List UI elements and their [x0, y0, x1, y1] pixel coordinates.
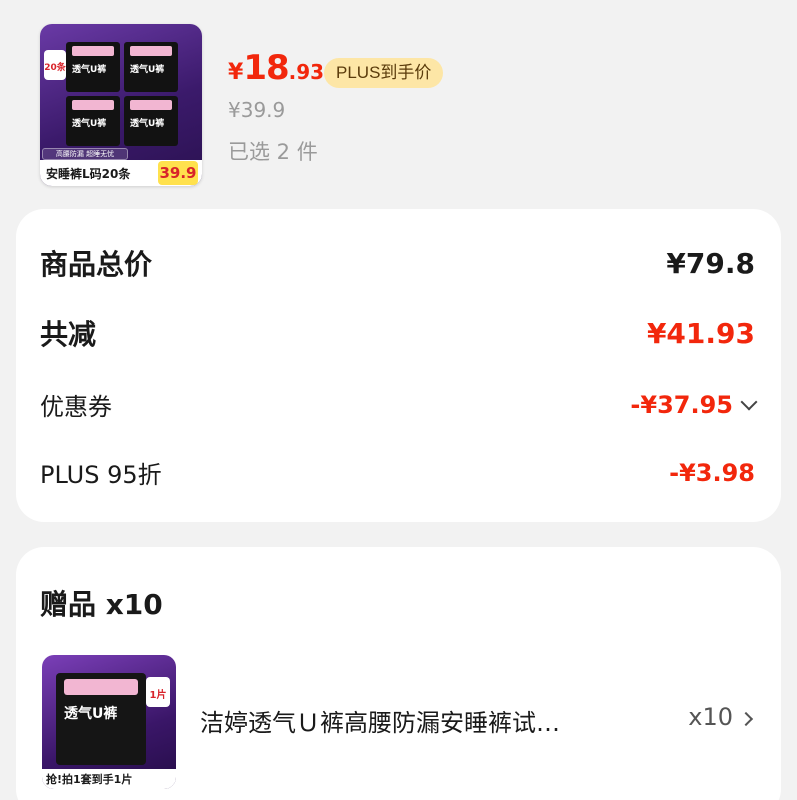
gift-item-name[interactable]: 洁婷透气Ｕ裤高腰防漏安睡裤试… [200, 703, 640, 738]
goods-total-value: ¥79.8 [666, 246, 755, 280]
thumb-strip-label: 安睡裤L码20条 [46, 167, 131, 181]
price-integer: 18 [243, 48, 289, 88]
gift-card: 赠品 x10 透气U裤 1片 抢!拍1套到手1片 洁婷透气Ｕ裤高腰防漏安睡裤试…… [16, 547, 781, 800]
price-breakdown-card: 商品总价 ¥79.8 共减 ¥41.93 优惠券 -¥37.95 PLUS 95… [16, 209, 781, 522]
chevron-right-icon[interactable] [738, 711, 754, 727]
price-currency: ¥ [228, 60, 244, 85]
product-thumbnail[interactable]: 透气U裤 透气U裤 透气U裤 透气U裤 20条 高腰防漏 超睡无忧 安睡裤L码2… [40, 24, 202, 186]
gift-title: 赠品 x10 [40, 588, 163, 621]
gift-thumb-strip: 抢!拍1套到手1片 [42, 769, 176, 789]
chevron-down-icon[interactable] [740, 393, 758, 410]
gift-quantity: x10 [688, 703, 733, 731]
plus-discount-value: -¥3.98 [669, 458, 755, 487]
pack-image: 透气U裤 [66, 96, 120, 146]
gift-pack-image: 透气U裤 [56, 673, 146, 765]
product-packs-illustration: 透气U裤 透气U裤 透气U裤 透气U裤 [66, 42, 178, 146]
total-reduction-value: ¥41.93 [646, 316, 755, 350]
total-reduction-label: 共减 [40, 318, 97, 351]
thumb-count-badge: 20条 [44, 50, 66, 80]
goods-total-label: 商品总价 [40, 248, 153, 281]
original-price: ¥39.9 [228, 98, 286, 122]
gift-thumbnail[interactable]: 透气U裤 1片 抢!拍1套到手1片 [42, 655, 176, 789]
total-reduction-row: 共减 ¥41.93 [40, 313, 755, 353]
product-summary: 透气U裤 透气U裤 透气U裤 透气U裤 20条 高腰防漏 超睡无忧 安睡裤L码2… [0, 0, 797, 200]
price-decimal: .93 [288, 60, 325, 84]
gift-thumb-strip-label: 抢!拍1套到手1片 [46, 773, 133, 786]
thumb-strip: 安睡裤L码20条 39.9 [40, 160, 202, 186]
selected-count: 已选 2 件 [228, 140, 318, 164]
coupon-row[interactable]: 优惠券 -¥37.95 [40, 387, 758, 422]
pack-image: 透气U裤 [124, 96, 178, 146]
plus-discount-label: PLUS 95折 [40, 461, 162, 489]
goods-total-row: 商品总价 ¥79.8 [40, 243, 755, 283]
coupon-value: -¥37.95 [630, 390, 733, 419]
pack-image: 透气U裤 [66, 42, 120, 92]
pack-image: 透气U裤 [124, 42, 178, 92]
thumb-strip-price: 39.9 [158, 161, 198, 185]
coupon-value-group[interactable]: -¥37.95 [630, 390, 758, 419]
plus-discount-row: PLUS 95折 -¥3.98 [40, 455, 755, 490]
gift-thumb-badge: 1片 [146, 677, 170, 707]
coupon-label: 优惠券 [40, 393, 112, 421]
thumb-tagline: 高腰防漏 超睡无忧 [42, 148, 128, 160]
plus-price-badge: PLUS到手价 [324, 58, 444, 88]
plus-price: ¥ 18 .93 [228, 48, 324, 88]
